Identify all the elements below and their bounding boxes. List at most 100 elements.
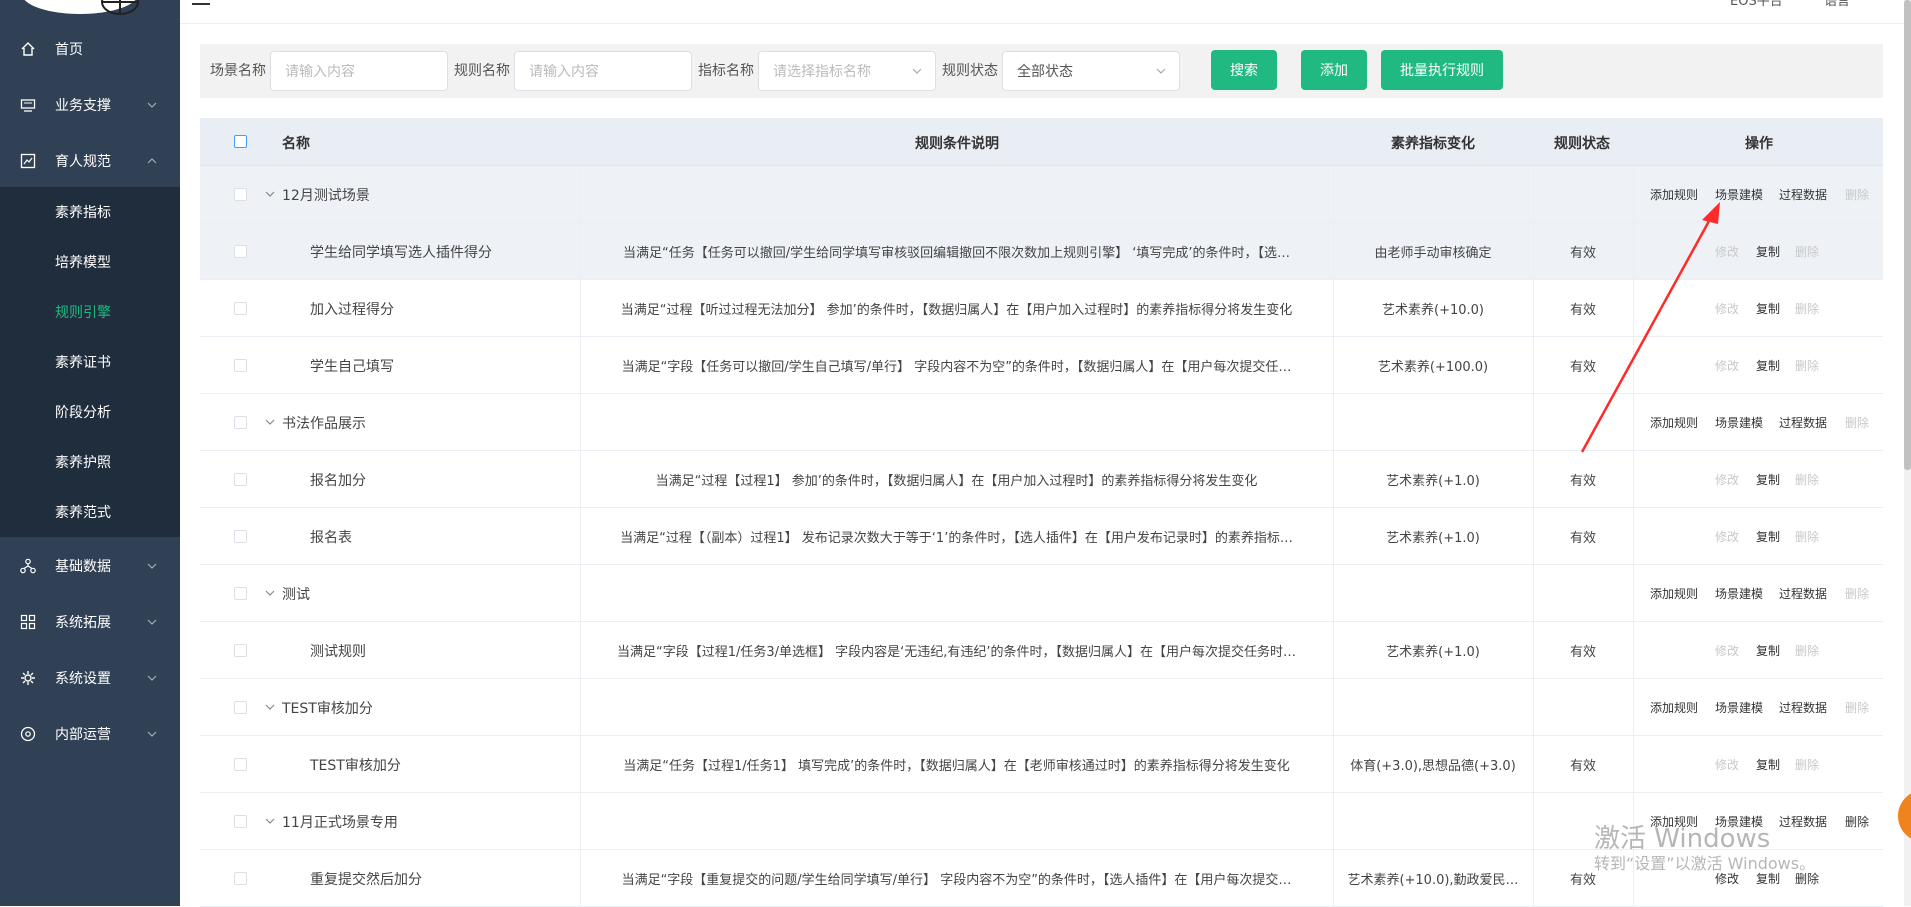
row-checkbox[interactable] [234, 359, 247, 372]
platform-switch[interactable]: EOS平台 [1730, 0, 1783, 9]
sidebar-subitem-indicators[interactable]: 素养指标 [0, 187, 180, 237]
sidebar-item-business[interactable]: 业务支撑 [0, 77, 180, 133]
copy-link[interactable]: 复制 [1756, 642, 1780, 659]
delete-link[interactable]: 删除 [1845, 585, 1869, 602]
expand-chevron-icon[interactable] [264, 815, 276, 827]
rule-name-input[interactable]: 请输入内容 [514, 51, 692, 91]
rule-condition: 当满足“字段【任务可以撤回/学生自己填写/单行】 字段内容不为空”的条件时，【数… [621, 360, 1292, 375]
sidebar-item-education[interactable]: 育人规范 [0, 133, 180, 189]
rule-status-select[interactable]: 全部状态 [1002, 51, 1180, 91]
row-checkbox[interactable] [234, 701, 247, 714]
delete-link[interactable]: 删除 [1845, 699, 1869, 716]
process-data-link[interactable]: 过程数据 [1779, 414, 1827, 431]
row-checkbox[interactable] [234, 302, 247, 315]
delete-link[interactable]: 删除 [1795, 528, 1819, 545]
language-switch[interactable]: 语言 [1824, 0, 1850, 9]
copy-link[interactable]: 复制 [1756, 528, 1780, 545]
process-data-link[interactable]: 过程数据 [1779, 699, 1827, 716]
copy-link[interactable]: 复制 [1756, 357, 1780, 374]
delete-link[interactable]: 删除 [1795, 300, 1819, 317]
row-checkbox[interactable] [234, 644, 247, 657]
sidebar-subitem-label: 素养指标 [55, 205, 111, 221]
delete-link[interactable]: 删除 [1795, 756, 1819, 773]
sidebar-item-label: 育人规范 [55, 154, 111, 170]
edit-link[interactable]: 修改 [1715, 756, 1739, 773]
search-button[interactable]: 搜索 [1211, 50, 1277, 90]
floating-badge[interactable] [1898, 790, 1911, 842]
add-rule-link[interactable]: 添加规则 [1650, 585, 1698, 602]
row-checkbox[interactable] [234, 758, 247, 771]
row-checkbox[interactable] [234, 188, 247, 201]
copy-link[interactable]: 复制 [1756, 756, 1780, 773]
table-row[interactable]: 测试规则 当满足“字段【过程1/任务3/单选框】 字段内容是‘无违纪,有违纪’的条… [200, 622, 1883, 679]
edit-link[interactable]: 修改 [1715, 528, 1739, 545]
row-checkbox[interactable] [234, 815, 247, 828]
row-checkbox[interactable] [234, 530, 247, 543]
copy-link[interactable]: 复制 [1756, 300, 1780, 317]
process-data-link[interactable]: 过程数据 [1779, 585, 1827, 602]
sidebar-subitem-passport[interactable]: 素养护照 [0, 437, 180, 487]
edit-link[interactable]: 修改 [1715, 642, 1739, 659]
group-name: 书法作品展示 [282, 415, 366, 432]
rule-actions: 修改 复制 删除 [1633, 736, 1883, 793]
expand-chevron-icon[interactable] [264, 587, 276, 599]
copy-link[interactable]: 复制 [1756, 243, 1780, 260]
table-group-row[interactable]: 测试 添加规则 场景建模 过程数据 删除 [200, 565, 1883, 622]
delete-link[interactable]: 删除 [1845, 813, 1869, 830]
sidebar-item-base-data[interactable]: 基础数据 [0, 538, 180, 594]
rule-condition: 当满足“过程【过程1】 参加’的条件时，【数据归属人】在【用户加入过程时】的素养… [655, 474, 1258, 489]
table-row[interactable]: TEST审核加分 当满足“任务【过程1/任务1】 填写完成’的条件时，【数据归属人… [200, 736, 1883, 793]
rule-status: 有效 [1569, 645, 1596, 660]
process-data-link[interactable]: 过程数据 [1779, 813, 1827, 830]
sidebar-subitem-model[interactable]: 培养模型 [0, 237, 180, 287]
row-checkbox[interactable] [234, 473, 247, 486]
process-data-link[interactable]: 过程数据 [1779, 186, 1827, 203]
row-checkbox[interactable] [234, 245, 247, 258]
row-checkbox[interactable] [234, 872, 247, 885]
scrollbar-thumb[interactable] [1904, 0, 1911, 470]
header-condition: 规则条件说明 [915, 136, 999, 152]
delete-link[interactable]: 删除 [1795, 357, 1819, 374]
monitor-icon [20, 99, 36, 112]
scene-model-link[interactable]: 场景建模 [1715, 585, 1763, 602]
column-divider [1333, 679, 1334, 736]
row-checkbox[interactable] [234, 416, 247, 429]
add-button[interactable]: 添加 [1301, 50, 1367, 90]
table-row[interactable]: 报名表 当满足“过程【（副本）过程1】 发布记录次数大于等于‘1’的条件时，【选人… [200, 508, 1883, 565]
expand-chevron-icon[interactable] [264, 701, 276, 713]
sidebar-item-home[interactable]: 首页 [0, 21, 180, 77]
row-checkbox[interactable] [234, 587, 247, 600]
sidebar-item-label: 内部运营 [55, 727, 111, 743]
delete-link[interactable]: 删除 [1795, 471, 1819, 488]
add-rule-link[interactable]: 添加规则 [1650, 699, 1698, 716]
scene-name-input[interactable]: 请输入内容 [270, 51, 448, 91]
select-all-checkbox[interactable] [234, 135, 247, 148]
edit-link[interactable]: 修改 [1715, 471, 1739, 488]
indicator-change: 艺术素养(+10.0),勤政爱民… [1347, 873, 1519, 888]
delete-link[interactable]: 删除 [1845, 414, 1869, 431]
delete-link[interactable]: 删除 [1845, 186, 1869, 203]
sidebar-subitem-paradigm[interactable]: 素养范式 [0, 487, 180, 537]
gauge-icon [20, 726, 36, 742]
scene-model-link[interactable]: 场景建模 [1715, 699, 1763, 716]
delete-link[interactable]: 删除 [1795, 642, 1819, 659]
sidebar-item-settings[interactable]: 系统设置 [0, 650, 180, 706]
sidebar-item-operations[interactable]: 内部运营 [0, 706, 180, 762]
hamburger-icon[interactable] [192, 0, 212, 8]
indicator-select[interactable]: 请选择指标名称 [758, 51, 936, 91]
batch-execute-button[interactable]: 批量执行规则 [1381, 50, 1503, 90]
indicator-change: 艺术素养(+1.0) [1386, 531, 1480, 546]
rule-condition: 当满足“过程【（副本）过程1】 发布记录次数大于等于‘1’的条件时，【选人插件】… [620, 531, 1293, 546]
sidebar-subitem-stage-analysis[interactable]: 阶段分析 [0, 387, 180, 437]
delete-link[interactable]: 删除 [1795, 243, 1819, 260]
expand-chevron-icon[interactable] [264, 416, 276, 428]
table-group-row[interactable]: TEST审核加分 添加规则 场景建模 过程数据 删除 [200, 679, 1883, 736]
submenu-education: 素养指标 培养模型 规则引擎 素养证书 阶段分析 素养护照 素养范式 [0, 187, 180, 537]
sidebar-subitem-rule-engine[interactable]: 规则引擎 [0, 287, 180, 337]
sidebar-item-extension[interactable]: 系统拓展 [0, 594, 180, 650]
column-divider [580, 850, 581, 907]
expand-chevron-icon[interactable] [264, 188, 276, 200]
sidebar-subitem-certificate[interactable]: 素养证书 [0, 337, 180, 387]
copy-link[interactable]: 复制 [1756, 471, 1780, 488]
rule-name: 学生给同学填写选人插件得分 [310, 244, 492, 261]
